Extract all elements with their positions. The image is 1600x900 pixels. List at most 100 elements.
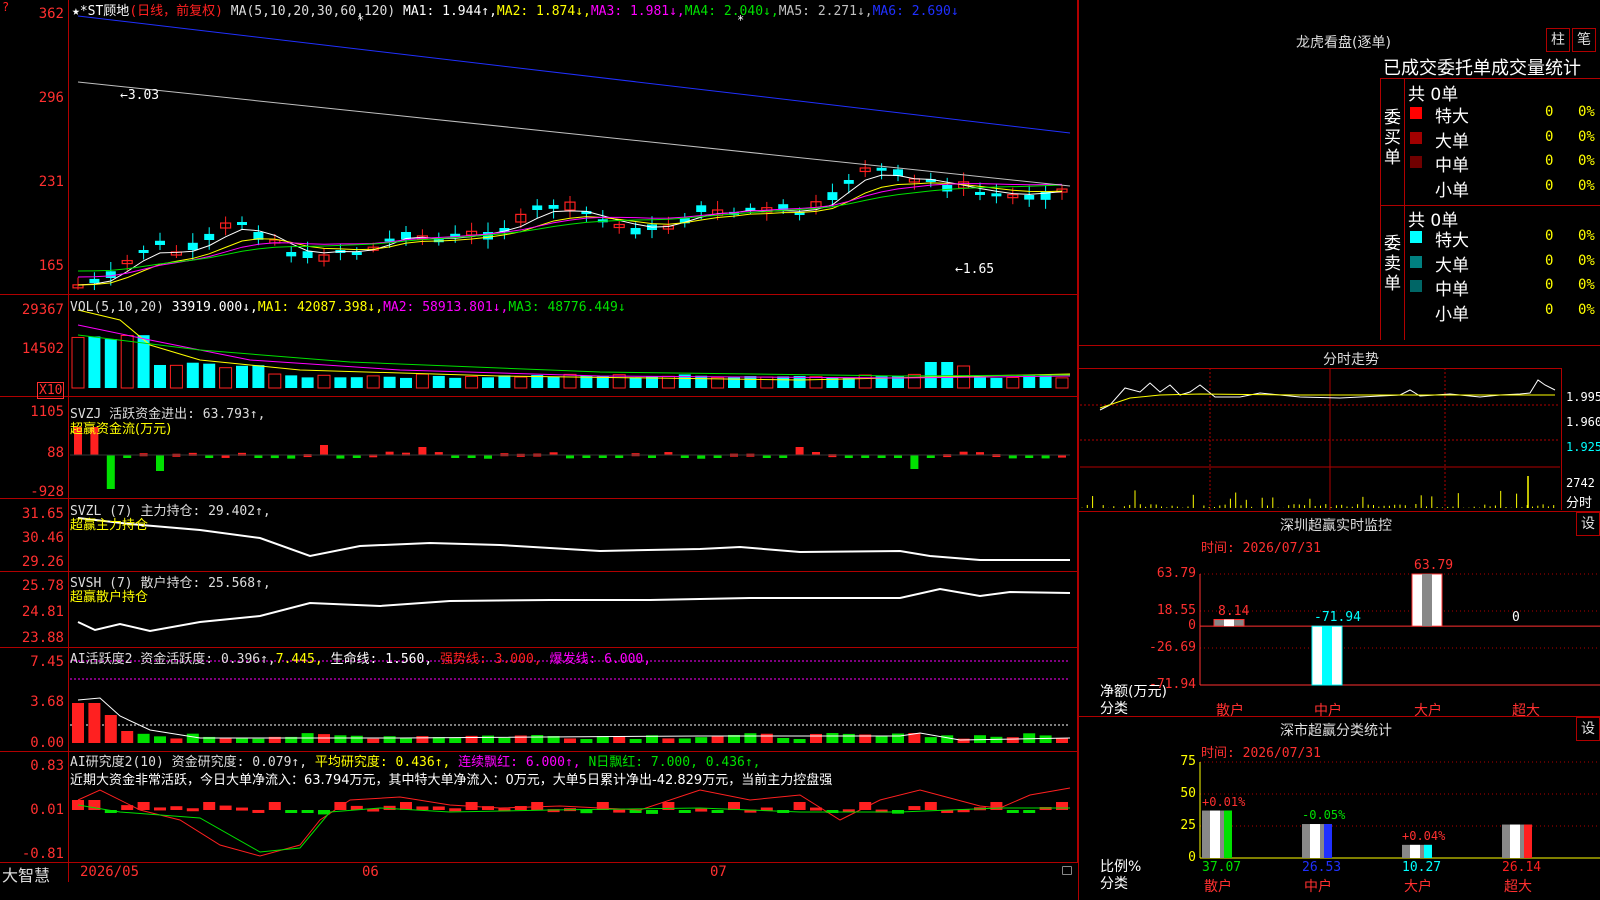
ai2-bar <box>1006 810 1019 813</box>
ai1-bar <box>104 715 117 743</box>
volume-bar <box>514 376 528 389</box>
ai1-bar <box>186 733 199 743</box>
lock-icon[interactable] <box>1062 866 1072 875</box>
ai1-line <box>77 697 1071 741</box>
main-y-tick: 165 <box>38 258 64 274</box>
row-name: 中单 <box>1435 156 1469 176</box>
vol-label: VOL(5,10,20) <box>70 300 164 315</box>
svzj-bar <box>484 455 492 459</box>
ai1-bar <box>662 738 675 743</box>
ai1-bar <box>1039 735 1052 743</box>
volume-bar <box>449 377 462 388</box>
ai1-bar <box>121 731 134 743</box>
monitor-settings-button[interactable]: 设 <box>1576 512 1600 536</box>
volume-bar <box>1006 376 1020 389</box>
vol-ma2-line <box>77 324 1071 379</box>
ai1-bar <box>154 736 166 743</box>
volume-bar <box>629 377 642 388</box>
ai2-y-tick: 0.01 <box>30 802 64 818</box>
monitor-topline <box>1078 511 1600 512</box>
volume-bar <box>1055 377 1069 389</box>
volume-bar <box>285 375 298 388</box>
row-pct: 0% <box>1578 301 1595 318</box>
vol-unit-badge[interactable]: X10 <box>37 382 65 399</box>
ma6-value: MA6: 2.690↓ <box>872 4 959 19</box>
tab-bar-view[interactable]: 柱 <box>1546 28 1570 52</box>
row-name: 特大 <box>1435 107 1469 127</box>
ai1-burst: 爆发线: 6.000, <box>549 652 652 667</box>
volume-bar <box>777 376 790 388</box>
brand-label: 大智慧 <box>2 866 51 885</box>
sell-side-label: 委卖单 <box>1384 234 1401 294</box>
ai1-bar <box>826 733 839 743</box>
svzj-bar <box>1041 455 1050 459</box>
volume-bar <box>366 375 380 389</box>
monitor-xlabel: 分类 <box>1100 701 1128 717</box>
ma5-value: MA5: 2.271↓, <box>778 4 873 19</box>
svzl-sub: 超赢主力持仓 <box>70 518 149 533</box>
svzj-bar <box>697 455 706 459</box>
candle-down <box>286 252 297 257</box>
classify-y-tick: 25 <box>1180 818 1196 833</box>
volume-bar <box>317 374 331 389</box>
volume-bar <box>941 362 954 388</box>
svzj-bar <box>910 455 919 469</box>
vol-y-tick: 29367 <box>21 302 64 318</box>
svzj-bar <box>156 455 164 471</box>
ai1-bar <box>629 738 642 743</box>
intraday-title: 分时走势 <box>1323 352 1379 368</box>
ai2-bar <box>268 802 281 810</box>
svzl-y-tick: 31.65 <box>21 506 64 522</box>
stock-title[interactable]: ★*ST顾地 <box>72 4 129 19</box>
ai2-bar <box>236 807 248 811</box>
monitor-bar-shine <box>1422 574 1432 627</box>
classify-settings-button[interactable]: 设 <box>1576 717 1600 741</box>
classify-topline <box>1078 716 1600 717</box>
monitor-x-cat: 散户 <box>1216 703 1244 719</box>
volume-bar <box>432 375 445 388</box>
classify-bar-edge <box>1424 844 1432 858</box>
svzl-y-tick: 30.46 <box>21 530 64 546</box>
vol-ma2: MA2: 58913.801↓, <box>383 300 509 315</box>
tab-tick-view[interactable]: 笔 <box>1572 28 1596 52</box>
volume-bar <box>858 374 872 389</box>
period-label[interactable]: (日线，前复权) <box>129 4 223 19</box>
legend-swatch <box>1410 231 1422 243</box>
row-pct: 0% <box>1578 104 1595 120</box>
ai2-bar <box>613 809 626 813</box>
ma6-line <box>77 15 1071 134</box>
ai2-cont: 连续飘红: 6.000↑, <box>458 755 581 770</box>
monitor-y-tick: -26.69 <box>1149 639 1196 655</box>
candle-down <box>876 167 887 171</box>
ai2-bar <box>908 806 921 810</box>
candle-down <box>1024 195 1035 200</box>
svzj-bar <box>336 455 345 459</box>
ai1-bar <box>514 735 527 743</box>
ai1-bar <box>957 738 970 743</box>
volume-bar <box>744 376 757 388</box>
ma2-value: MA2: 1.874↓, <box>496 4 591 19</box>
ma3-value: MA3: 1.981↓, <box>590 4 685 19</box>
volume-bar <box>350 377 363 388</box>
ai2-bar <box>416 806 429 810</box>
ai1-bar <box>72 703 84 743</box>
row-name: 中单 <box>1435 280 1469 300</box>
ai2-bar <box>678 810 691 813</box>
ai1-bar <box>810 733 822 743</box>
ma5-line <box>77 81 1071 187</box>
svsh-line <box>77 587 1071 633</box>
legend-swatch <box>1410 131 1422 144</box>
ai2-avg: 平均研究度: 0.436↑, <box>314 755 451 770</box>
svsh-y-tick: 25.78 <box>21 578 64 594</box>
volume-bar <box>203 363 216 388</box>
ai2-bar <box>924 802 937 810</box>
classify-delta-label: -0.05% <box>1302 808 1346 823</box>
main-y-tick: 231 <box>38 174 64 190</box>
ai2-bar <box>170 806 183 810</box>
svsh-y-tick: 23.88 <box>21 630 64 646</box>
intraday-box[interactable] <box>1078 368 1562 510</box>
classify-value-label: 37.07 <box>1202 860 1242 875</box>
legend-swatch <box>1410 255 1422 268</box>
ai2-y-tick: -0.81 <box>21 846 64 862</box>
low-price-label: ←1.65 <box>955 262 995 277</box>
